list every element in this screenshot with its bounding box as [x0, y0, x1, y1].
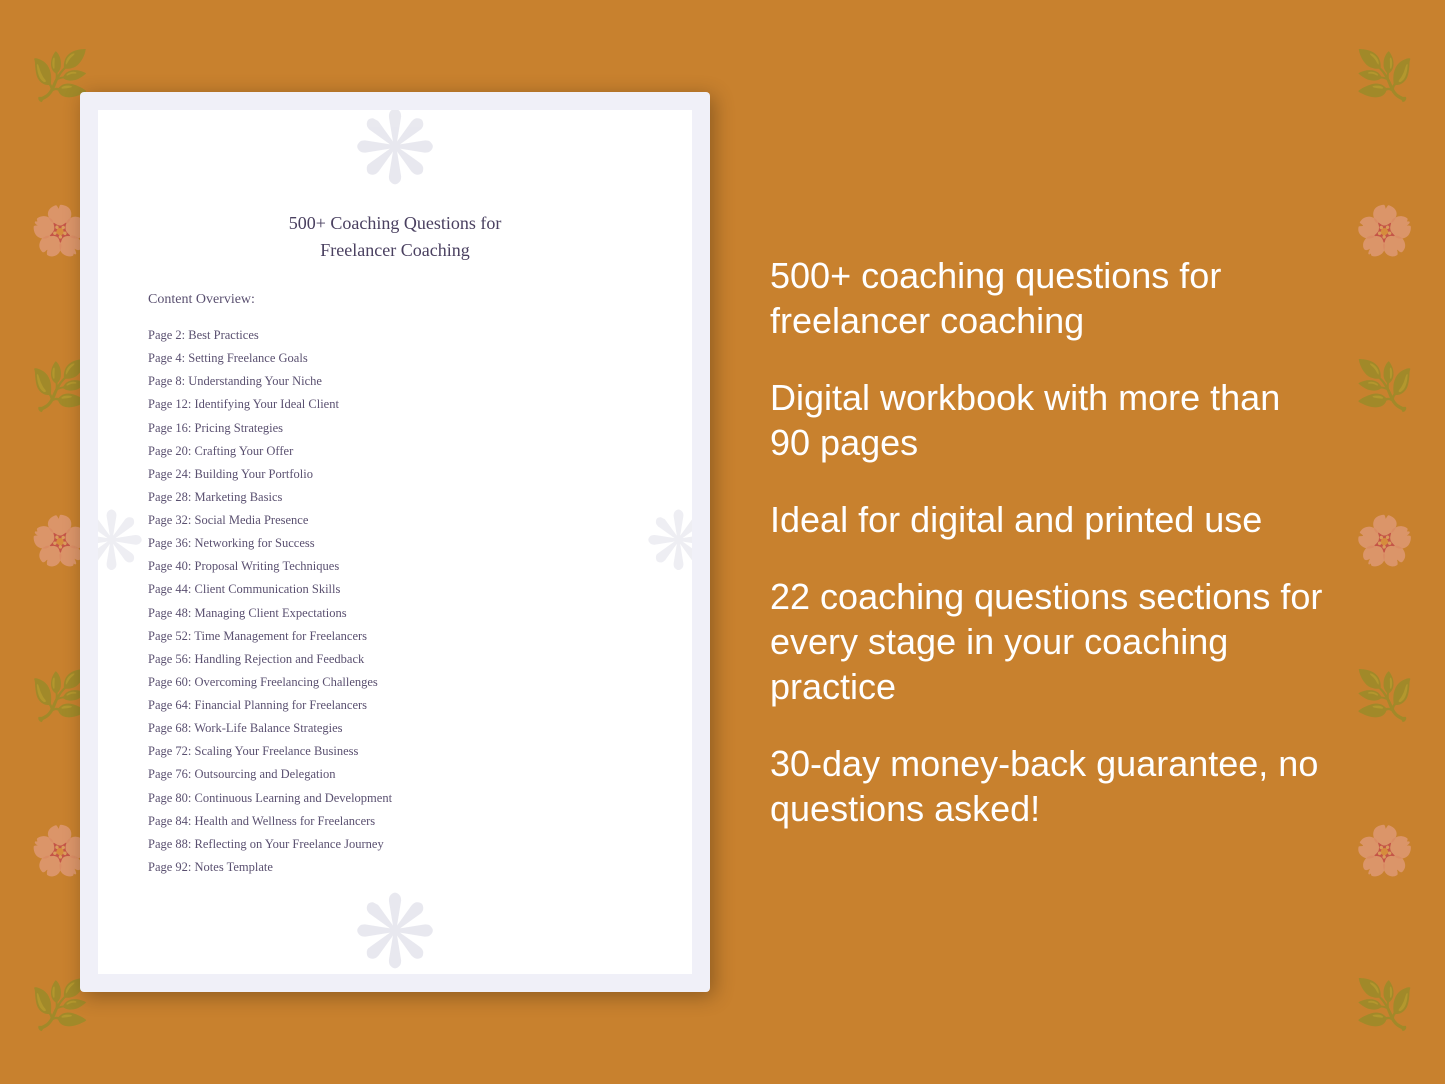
toc-item: Page 28: Marketing Basics: [148, 486, 642, 509]
toc-item: Page 88: Reflecting on Your Freelance Jo…: [148, 833, 642, 856]
toc-item: Page 68: Work-Life Balance Strategies: [148, 717, 642, 740]
toc-item: Page 24: Building Your Portfolio: [148, 463, 642, 486]
document-preview: ❋ ❋ ❋ ❋ 500+ Coaching Questions for Free…: [80, 92, 710, 992]
marketing-point: 30-day money-back guarantee, no question…: [770, 741, 1325, 831]
toc-item: Page 20: Crafting Your Offer: [148, 440, 642, 463]
toc-item: Page 36: Networking for Success: [148, 532, 642, 555]
toc-item: Page 72: Scaling Your Freelance Business: [148, 740, 642, 763]
toc-item: Page 60: Overcoming Freelancing Challeng…: [148, 671, 642, 694]
toc-item: Page 84: Health and Wellness for Freelan…: [148, 810, 642, 833]
toc-item: Page 32: Social Media Presence: [148, 509, 642, 532]
toc-item: Page 48: Managing Client Expectations: [148, 602, 642, 625]
toc-item: Page 76: Outsourcing and Delegation: [148, 763, 642, 786]
toc-item: Page 92: Notes Template: [148, 856, 642, 879]
table-of-contents: Page 2: Best PracticesPage 4: Setting Fr…: [148, 324, 642, 934]
watermark-right-icon: ❋: [645, 495, 692, 589]
toc-item: Page 8: Understanding Your Niche: [148, 370, 642, 393]
toc-item: Page 2: Best Practices: [148, 324, 642, 347]
toc-item: Page 44: Client Communication Skills: [148, 578, 642, 601]
toc-item: Page 64: Financial Planning for Freelanc…: [148, 694, 642, 717]
toc-item: Page 52: Time Management for Freelancers: [148, 625, 642, 648]
document-inner: ❋ ❋ ❋ ❋ 500+ Coaching Questions for Free…: [98, 110, 692, 974]
marketing-point: 22 coaching questions sections for every…: [770, 574, 1325, 709]
marketing-point: 500+ coaching questions for freelancer c…: [770, 253, 1325, 343]
toc-item: Page 12: Identifying Your Ideal Client: [148, 393, 642, 416]
marketing-section: 500+ coaching questions for freelancer c…: [770, 253, 1345, 831]
watermark-left-icon: ❋: [98, 495, 145, 589]
watermark-top-icon: ❋: [353, 110, 437, 200]
toc-item: Page 16: Pricing Strategies: [148, 417, 642, 440]
marketing-point: Digital workbook with more than 90 pages: [770, 375, 1325, 465]
toc-item: Page 4: Setting Freelance Goals: [148, 347, 642, 370]
toc-item: Page 40: Proposal Writing Techniques: [148, 555, 642, 578]
toc-item: Page 56: Handling Rejection and Feedback: [148, 648, 642, 671]
content-overview-label: Content Overview:: [148, 292, 642, 308]
main-content: ❋ ❋ ❋ ❋ 500+ Coaching Questions for Free…: [0, 0, 1445, 1084]
marketing-point: Ideal for digital and printed use: [770, 497, 1325, 542]
toc-item: Page 80: Continuous Learning and Develop…: [148, 787, 642, 810]
document-title: 500+ Coaching Questions for Freelancer C…: [148, 210, 642, 264]
